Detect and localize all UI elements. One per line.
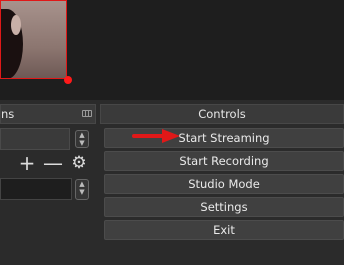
spinner-icon[interactable]: ▲ ▼ [75,130,89,148]
sources-list[interactable] [0,178,72,200]
controls-dock-header: Controls [85,104,344,124]
remove-icon[interactable]: — [43,152,63,174]
float-dock-icon[interactable] [85,110,92,117]
exit-button[interactable]: Exit [104,220,344,240]
studio-mode-button[interactable]: Studio Mode [104,174,344,194]
arrow-annotation-icon [132,129,180,143]
selected-source-preview[interactable] [0,0,67,79]
add-icon[interactable]: + [17,152,37,174]
sources-dock-title: ns [1,107,15,121]
gear-icon[interactable]: ⚙ [69,152,89,174]
controls-dock-title: Controls [198,107,246,121]
sources-dock-header: ns [0,104,96,124]
resize-handle-icon[interactable] [64,76,72,84]
scene-select[interactable] [0,128,70,150]
spinner-icon[interactable]: ▲ ▼ [75,179,89,200]
settings-button[interactable]: Settings [104,197,344,217]
start-recording-button[interactable]: Start Recording [104,151,344,171]
source-image-highlight [11,15,21,35]
